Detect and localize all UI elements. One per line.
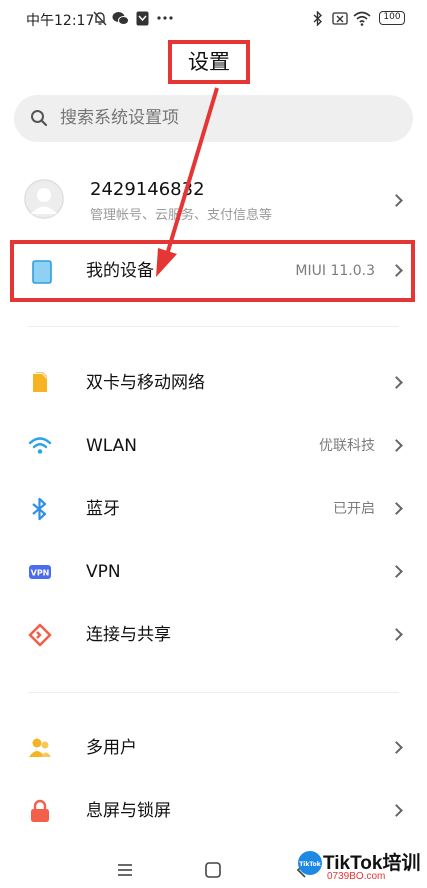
bluetooth-icon — [313, 11, 323, 26]
avatar — [24, 179, 64, 219]
settings-item-wlan[interactable]: WLAN 优联科技 — [0, 415, 427, 477]
bluetooth-icon — [32, 497, 47, 521]
watermark-sub: 0739BO.com — [327, 871, 386, 882]
status-bar: 中午12:17 100 — [0, 0, 427, 38]
multi-user-icon — [29, 738, 51, 757]
vpn-icon: VPN — [29, 565, 51, 579]
settings-item-sim[interactable]: 双卡与移动网络 — [0, 352, 427, 414]
more-dots-icon — [157, 16, 173, 20]
search-input[interactable] — [60, 95, 380, 142]
wifi-icon — [353, 11, 371, 26]
home-icon[interactable] — [205, 862, 221, 878]
settings-item-vpn[interactable]: VPN VPN — [0, 541, 427, 603]
default-avatar-icon — [24, 179, 64, 219]
lock-icon — [31, 799, 49, 822]
chevron-right-icon — [390, 628, 403, 641]
mute-bell-icon — [93, 11, 107, 26]
settings-item-label: 多用户 — [86, 738, 137, 758]
sim-card-icon — [33, 372, 47, 392]
settings-item-multi-user[interactable]: 多用户 — [0, 717, 427, 779]
settings-item-label: WLAN — [86, 436, 138, 456]
wechat-icon — [112, 12, 129, 25]
settings-item-label: 连接与共享 — [86, 625, 171, 645]
chevron-right-icon — [390, 376, 403, 389]
divider — [28, 326, 399, 327]
settings-item-label: 息屏与锁屏 — [86, 801, 171, 821]
settings-item-label: VPN — [86, 562, 121, 582]
chevron-right-icon — [390, 194, 403, 207]
settings-item-bluetooth[interactable]: 蓝牙 已开启 — [0, 478, 427, 540]
vpn-badge-text: VPN — [31, 569, 50, 578]
divider — [28, 692, 399, 693]
chevron-right-icon — [390, 565, 403, 578]
annotation-highlight-box — [10, 240, 415, 302]
settings-item-value: 已开启 — [333, 501, 375, 517]
wifi-icon — [28, 437, 52, 454]
account-row[interactable]: 2429146832 管理帐号、云服务、支付信息等 — [0, 170, 427, 232]
settings-item-value: 优联科技 — [319, 438, 375, 454]
account-name: 2429146832 — [90, 179, 205, 200]
annotation-title: 设置 — [168, 40, 250, 84]
settings-item-connection-share[interactable]: 连接与共享 — [0, 604, 427, 666]
battery-icon: 100 — [379, 11, 405, 25]
watermark-badge: TikTok — [299, 861, 322, 868]
settings-item-lock-screen[interactable]: 息屏与锁屏 — [0, 780, 427, 842]
status-time: 中午12:17 — [26, 13, 95, 29]
chevron-right-icon — [390, 439, 403, 452]
no-sim-icon — [332, 12, 348, 25]
chevron-right-icon — [390, 502, 403, 515]
watermark-logo: TikTok — [298, 851, 322, 875]
settings-item-label: 蓝牙 — [86, 499, 120, 519]
chevron-right-icon — [390, 804, 403, 817]
account-subtitle: 管理帐号、云服务、支付信息等 — [90, 208, 273, 223]
connection-share-icon — [28, 623, 52, 647]
search-icon — [31, 110, 48, 127]
menu-icon[interactable] — [117, 863, 133, 877]
chevron-right-icon — [390, 741, 403, 754]
search-bar[interactable] — [14, 95, 413, 142]
settings-item-label: 双卡与移动网络 — [86, 373, 205, 393]
watermark: TikTok TikTok培训 0739BO.com — [297, 846, 427, 886]
sim-icon — [136, 11, 149, 26]
